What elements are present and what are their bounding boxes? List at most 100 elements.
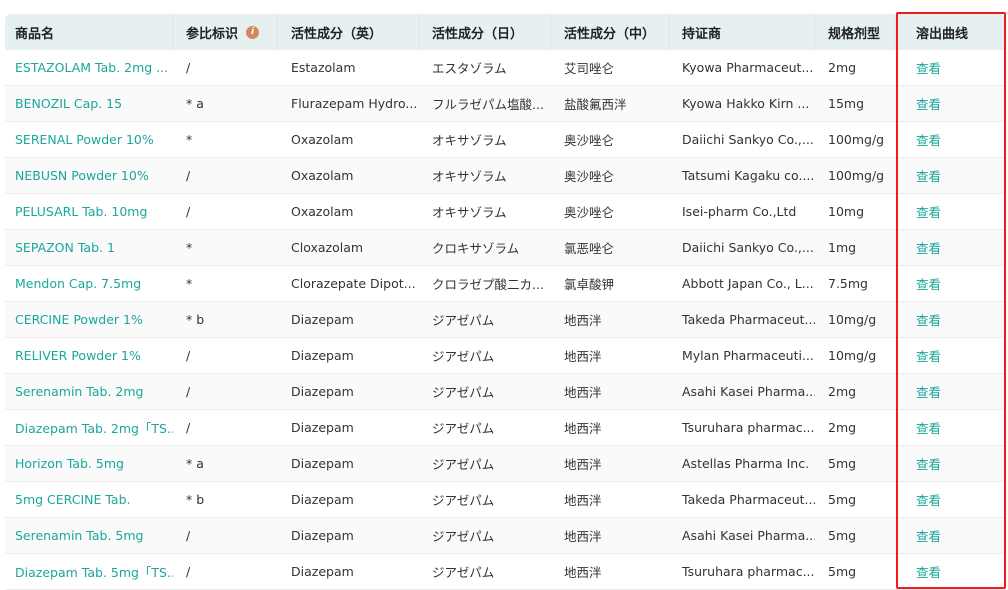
header-spec-form: 规格剂型 [815,14,895,50]
spec-form: 5mg [828,564,857,579]
table-row: Serenamin Tab. 2mg / Diazepam ジアゼパム 地西泮 Asahi… [5,374,1005,410]
ingredient-cn: 地西泮 [564,385,602,400]
table-row: PELUSARL Tab. 10mg / Oxazolam オキサゾラム 奥沙唑仑 Ise… [5,194,1005,230]
ingredient-en: Diazepam [291,456,354,471]
ingredient-en: Oxazolam [291,204,354,219]
ingredient-en: Diazepam [291,384,354,399]
reference-mark: * a [186,456,204,471]
ingredient-en: Diazepam [291,528,354,543]
ingredient-cn: 地西泮 [564,529,602,544]
view-curve-link[interactable]: 查看 [895,230,1005,265]
view-curve-link[interactable]: 查看 [895,482,1005,517]
reference-mark: * [186,276,193,291]
spec-form: 10mg [828,204,865,219]
reference-mark: / [186,204,191,219]
product-name[interactable]: Diazepam Tab. 2mg「TS... [5,410,173,445]
spec-form: 2mg [828,60,857,75]
view-curve-link[interactable]: 查看 [895,446,1005,481]
product-name[interactable]: BENOZIL Cap. 15 [5,86,173,121]
ingredient-cn: 氯恶唑仑 [564,241,615,256]
license-holder: Astellas Pharma Inc. [682,456,810,471]
ingredient-cn: 奥沙唑仑 [564,205,615,220]
product-name[interactable]: Mendon Cap. 7.5mg [5,266,173,301]
info-icon[interactable]: i [246,25,260,39]
license-holder: Isei-pharm Co.,Ltd [682,204,797,219]
ingredient-cn: 地西泮 [564,565,602,580]
ingredient-cn: 地西泮 [564,349,602,364]
ingredient-cn: 盐酸氟西泮 [564,97,627,112]
reference-mark: / [186,528,191,543]
license-holder: Kyowa Hakko Kirn ... [682,96,810,111]
reference-mark: / [186,60,191,75]
ingredient-jp: ジアゼパム [432,421,495,436]
license-holder: Tsuruhara pharmac... [682,564,815,579]
table-row: SERENAL Powder 10% * Oxazolam オキサゾラム 奥沙唑仑 Da… [5,122,1005,158]
spec-form: 100mg/g [828,132,885,147]
table-row: Serenamin Tab. 5mg / Diazepam ジアゼパム 地西泮 Asahi… [5,518,1005,554]
ingredient-en: Diazepam [291,348,354,363]
ingredient-en: Cloxazolam [291,240,364,255]
product-name[interactable]: PELUSARL Tab. 10mg [5,194,173,229]
spec-form: 5mg [828,492,857,507]
header-reference-mark-label: 参比标识 [186,26,239,42]
spec-form: 15mg [828,96,865,111]
table-header: 商品名 参比标识 i 活性成分（英） 活性成分（日） 活性成分（中） 持证商 规格… [5,14,1005,50]
reference-mark: * a [186,96,204,111]
view-curve-link[interactable]: 查看 [895,554,1005,589]
view-curve-link[interactable]: 查看 [895,374,1005,409]
product-name[interactable]: Serenamin Tab. 2mg [5,374,173,409]
ingredient-cn: 地西泮 [564,493,602,508]
product-name[interactable]: Diazepam Tab. 5mg「TS... [5,554,173,589]
product-name[interactable]: Serenamin Tab. 5mg [5,518,173,553]
reference-mark: / [186,348,191,363]
ingredient-cn: 奥沙唑仑 [564,169,615,184]
header-dissolution-curve: 溶出曲线 [916,26,969,42]
product-name[interactable]: SERENAL Powder 10% [5,122,173,157]
view-curve-link[interactable]: 查看 [895,518,1005,553]
reference-mark: / [186,168,191,183]
license-holder: Tatsumi Kagaku co.... [682,168,815,183]
table-row: Horizon Tab. 5mg * a Diazepam ジアゼパム 地西泮 Aste… [5,446,1005,482]
ingredient-jp: ジアゼパム [432,565,495,580]
table-row: SEPAZON Tab. 1 * Cloxazolam クロキサゾラム 氯恶唑仑 Dai… [5,230,1005,266]
ingredient-jp: オキサゾラム [432,169,507,184]
header-license-holder: 持证商 [670,14,815,50]
product-name[interactable]: NEBUSN Powder 10% [5,158,173,193]
spec-form: 100mg/g [828,168,885,183]
view-curve-link[interactable]: 查看 [895,410,1005,445]
product-name[interactable]: Horizon Tab. 5mg [5,446,173,481]
view-curve-link[interactable]: 查看 [895,86,1005,121]
table-row: 5mg CERCINE Tab. * b Diazepam ジアゼパム 地西泮 Take… [5,482,1005,518]
table-body: ESTAZOLAM Tab. 2mg ... / Estazolam エスタゾラム 艾司… [5,50,1005,590]
view-curve-link[interactable]: 查看 [895,266,1005,301]
table-row: NEBUSN Powder 10% / Oxazolam オキサゾラム 奥沙唑仑 Tats… [5,158,1005,194]
header-reference-mark: 参比标识 i [173,14,278,50]
view-curve-link[interactable]: 查看 [895,158,1005,193]
ingredient-jp: オキサゾラム [432,205,507,220]
ingredient-cn: 地西泮 [564,457,602,472]
reference-mark: * b [186,492,205,507]
spec-form: 5mg [828,456,857,471]
view-curve-link[interactable]: 查看 [895,194,1005,229]
ingredient-jp: ジアゼパム [432,457,495,472]
table-row: CERCINE Powder 1% * b Diazepam ジアゼパム 地西泮 Tak… [5,302,1005,338]
product-name[interactable]: 5mg CERCINE Tab. [5,482,173,517]
table-row: ESTAZOLAM Tab. 2mg ... / Estazolam エスタゾラム 艾司… [5,50,1005,86]
spec-form: 10mg/g [828,312,877,327]
header-ingredient-en: 活性成分（英） [278,14,420,50]
product-name[interactable]: ESTAZOLAM Tab. 2mg ... [5,50,173,85]
ingredient-jp: ジアゼパム [432,349,495,364]
license-holder: Asahi Kasei Pharma... [682,384,815,399]
product-name[interactable]: RELIVER Powder 1% [5,338,173,373]
product-name[interactable]: SEPAZON Tab. 1 [5,230,173,265]
product-name[interactable]: CERCINE Powder 1% [5,302,173,337]
view-curve-link[interactable]: 查看 [895,50,1005,85]
view-curve-link[interactable]: 查看 [895,338,1005,373]
header-product-name[interactable]: 商品名 [5,14,173,50]
spec-form: 7.5mg [828,276,868,291]
view-curve-link[interactable]: 查看 [895,122,1005,157]
ingredient-cn: 地西泮 [564,313,602,328]
ingredient-jp: ジアゼパム [432,313,495,328]
view-curve-link[interactable]: 查看 [895,302,1005,337]
ingredient-en: Oxazolam [291,168,354,183]
